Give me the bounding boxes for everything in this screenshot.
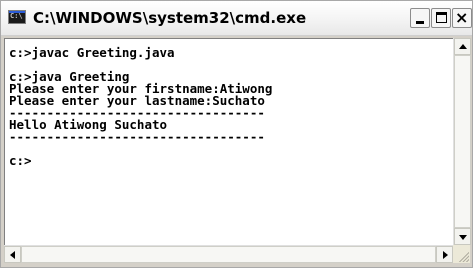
- horizontal-scrollbar[interactable]: [4, 245, 453, 263]
- resize-grip-icon: [457, 250, 469, 262]
- console-line: ----------------------------------: [9, 129, 265, 144]
- maximize-icon: [436, 12, 447, 23]
- minimize-button[interactable]: [410, 8, 430, 28]
- scroll-right-button[interactable]: [436, 246, 453, 263]
- console-text: c:>javac Greeting.java c:>java Greeting …: [9, 45, 272, 168]
- cmd-icon[interactable]: C:\: [8, 10, 26, 24]
- minimize-icon: [416, 21, 424, 24]
- cmd-window: C:\ C:\WINDOWS\system32\cmd.exe × c:>jav…: [0, 0, 473, 268]
- console-output-area[interactable]: c:>javac Greeting.java c:>java Greeting …: [4, 38, 453, 245]
- cmd-icon-text: C:\: [10, 12, 23, 20]
- vertical-scroll-thumb[interactable]: [454, 55, 471, 228]
- console-line: c:>javac Greeting.java: [9, 45, 175, 60]
- arrow-down-icon: [459, 235, 467, 240]
- arrow-right-icon: [443, 251, 448, 259]
- title-bar[interactable]: C:\ C:\WINDOWS\system32\cmd.exe ×: [1, 1, 472, 36]
- arrow-up-icon: [459, 44, 467, 49]
- scroll-down-button[interactable]: [454, 228, 471, 245]
- resize-grip[interactable]: [453, 245, 470, 263]
- close-button[interactable]: ×: [452, 8, 472, 28]
- horizontal-scroll-thumb[interactable]: [21, 246, 436, 263]
- console-line: c:>: [9, 153, 32, 168]
- scroll-left-button[interactable]: [4, 246, 21, 263]
- maximize-button[interactable]: [431, 8, 451, 28]
- close-icon: ×: [455, 8, 469, 27]
- arrow-left-icon: [10, 251, 15, 259]
- window-title: C:\WINDOWS\system32\cmd.exe: [33, 9, 307, 27]
- vertical-scrollbar[interactable]: [453, 38, 471, 245]
- scroll-up-button[interactable]: [454, 38, 471, 55]
